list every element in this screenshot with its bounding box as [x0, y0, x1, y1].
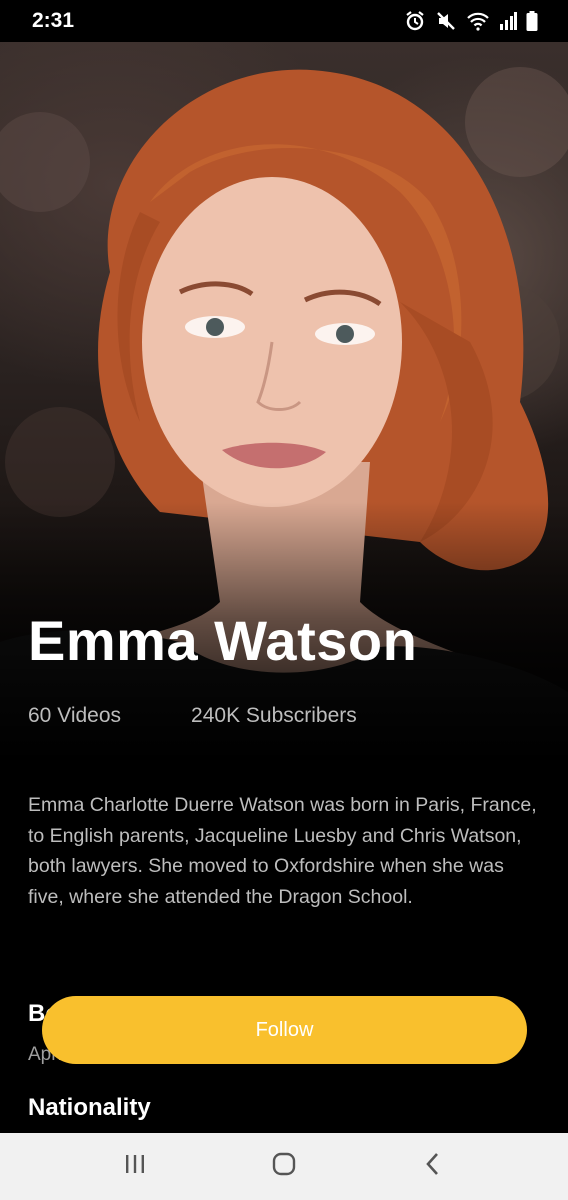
profile-stats: 60 Videos 240K Subscribers	[28, 704, 357, 728]
alarm-icon	[404, 10, 426, 32]
recent-apps-icon	[123, 1153, 147, 1180]
signal-icon	[499, 12, 517, 30]
status-time: 2:31	[32, 9, 75, 32]
subscribers-count: 240K Subscribers	[191, 704, 357, 727]
videos-count: 60 Videos	[28, 704, 122, 727]
status-bar: 2:31	[0, 0, 568, 42]
system-nav-bar	[0, 1133, 568, 1200]
follow-button[interactable]: Follow	[42, 996, 527, 1064]
recent-apps-button[interactable]	[105, 1142, 165, 1192]
mute-icon	[435, 10, 457, 32]
profile-bio: Emma Charlotte Duerre Watson was born in…	[28, 794, 537, 908]
back-icon	[423, 1151, 443, 1182]
status-icons	[404, 10, 538, 32]
battery-icon	[526, 11, 538, 31]
home-button[interactable]	[254, 1142, 314, 1192]
wifi-icon	[466, 11, 490, 31]
profile-screen: 2:31 Emma Watson 60 Videos 240K Subscrib…	[0, 0, 568, 1200]
profile-name: Emma Watson	[28, 609, 418, 672]
nationality-heading: Nationality	[28, 1094, 151, 1121]
back-button[interactable]	[403, 1142, 463, 1192]
home-icon	[271, 1151, 297, 1182]
